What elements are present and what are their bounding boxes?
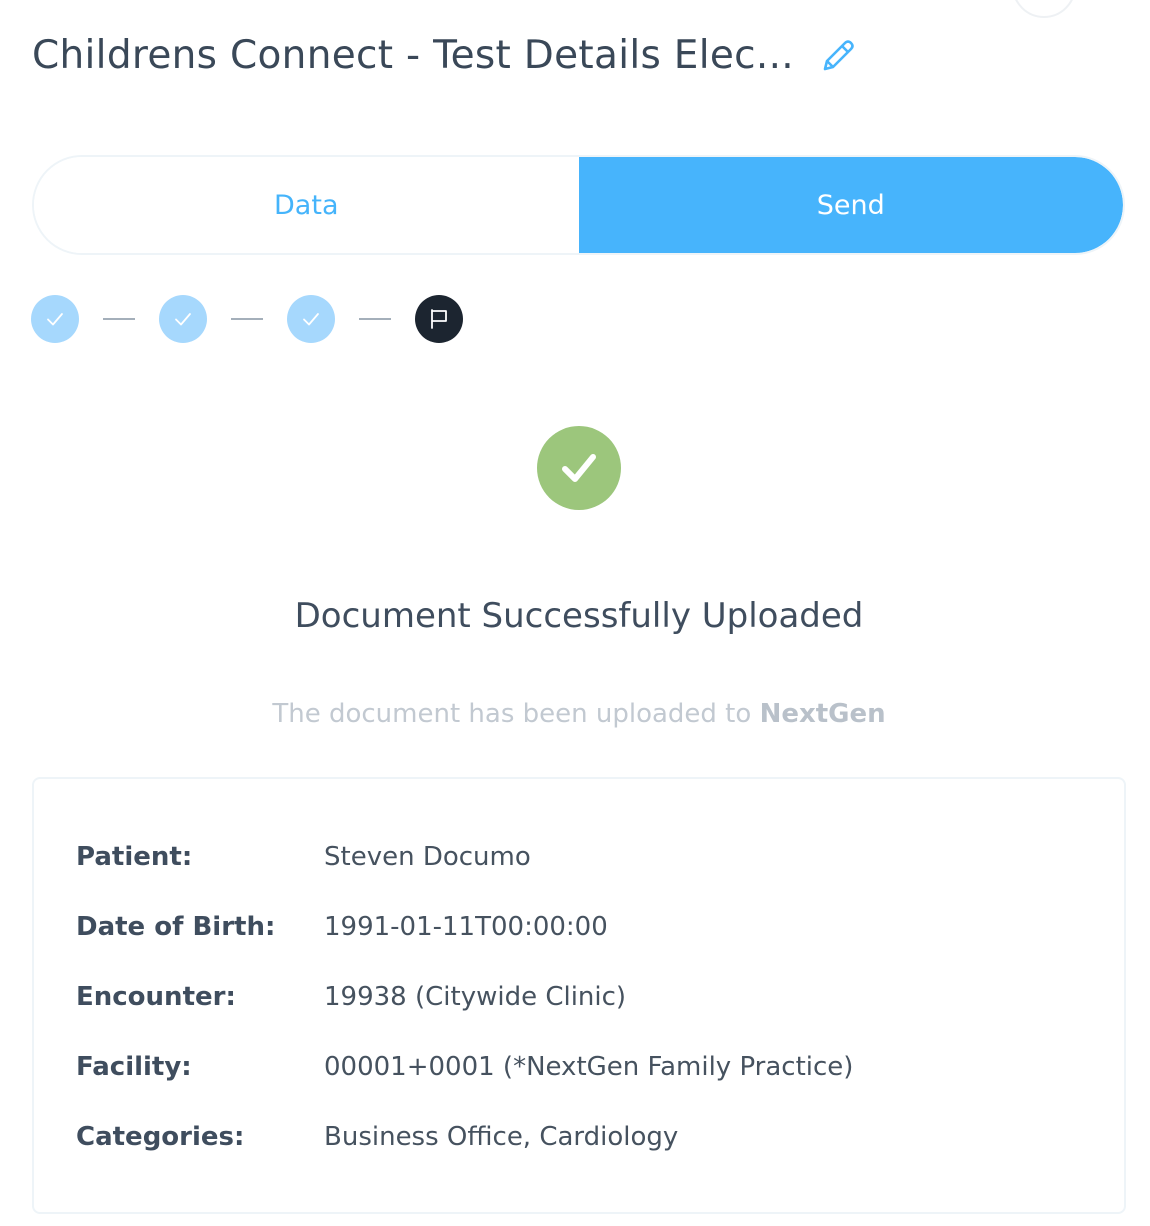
page-header: Childrens Connect - Test Details Elec... xyxy=(32,28,860,84)
upload-details-card: Patient: Steven Documo Date of Birth: 19… xyxy=(32,777,1126,1214)
step-connector xyxy=(103,318,135,320)
step-connector xyxy=(359,318,391,320)
target-system: NextGen xyxy=(759,699,886,729)
detail-label: Encounter: xyxy=(76,982,236,1012)
tab-data[interactable]: Data xyxy=(34,157,579,253)
step-4-current xyxy=(415,295,463,343)
detail-value: 1991-01-11T00:00:00 xyxy=(324,912,608,942)
detail-value: Steven Documo xyxy=(324,842,531,872)
step-2-completed xyxy=(159,295,207,343)
detail-row-patient: Patient: Steven Documo xyxy=(76,835,531,879)
status-message: The document has been uploaded to NextGe… xyxy=(0,692,1150,736)
check-icon xyxy=(47,313,63,326)
detail-label: Facility: xyxy=(76,1052,192,1082)
step-1-completed xyxy=(31,295,79,343)
corner-button[interactable] xyxy=(1012,0,1076,18)
status-message-text: The document has been uploaded to xyxy=(272,699,752,729)
progress-stepper xyxy=(31,295,463,343)
tab-send[interactable]: Send xyxy=(578,157,1123,253)
page-title: Childrens Connect - Test Details Elec... xyxy=(32,33,795,78)
detail-row-dob: Date of Birth: 1991-01-11T00:00:00 xyxy=(76,905,608,949)
check-icon xyxy=(175,313,191,326)
flag-icon xyxy=(431,309,447,329)
detail-row-facility: Facility: 00001+0001 (*NextGen Family Pr… xyxy=(76,1045,853,1089)
detail-value: 19938 (Citywide Clinic) xyxy=(324,982,627,1012)
tab-bar: Data Send xyxy=(32,155,1125,255)
detail-row-encounter: Encounter: 19938 (Citywide Clinic) xyxy=(76,975,626,1019)
detail-row-categories: Categories: Business Office, Cardiology xyxy=(76,1115,678,1159)
detail-label: Categories: xyxy=(76,1122,245,1152)
detail-label: Patient: xyxy=(76,842,193,872)
check-icon xyxy=(303,313,319,326)
status-heading: Document Successfully Uploaded xyxy=(294,596,864,636)
success-check-icon xyxy=(537,426,621,510)
pencil-icon[interactable] xyxy=(816,34,860,78)
detail-label: Date of Birth: xyxy=(76,912,276,942)
step-3-completed xyxy=(287,295,335,343)
detail-value: Business Office, Cardiology xyxy=(324,1122,679,1152)
step-connector xyxy=(231,318,263,320)
detail-value: 00001+0001 (*NextGen Family Practice) xyxy=(324,1052,854,1082)
